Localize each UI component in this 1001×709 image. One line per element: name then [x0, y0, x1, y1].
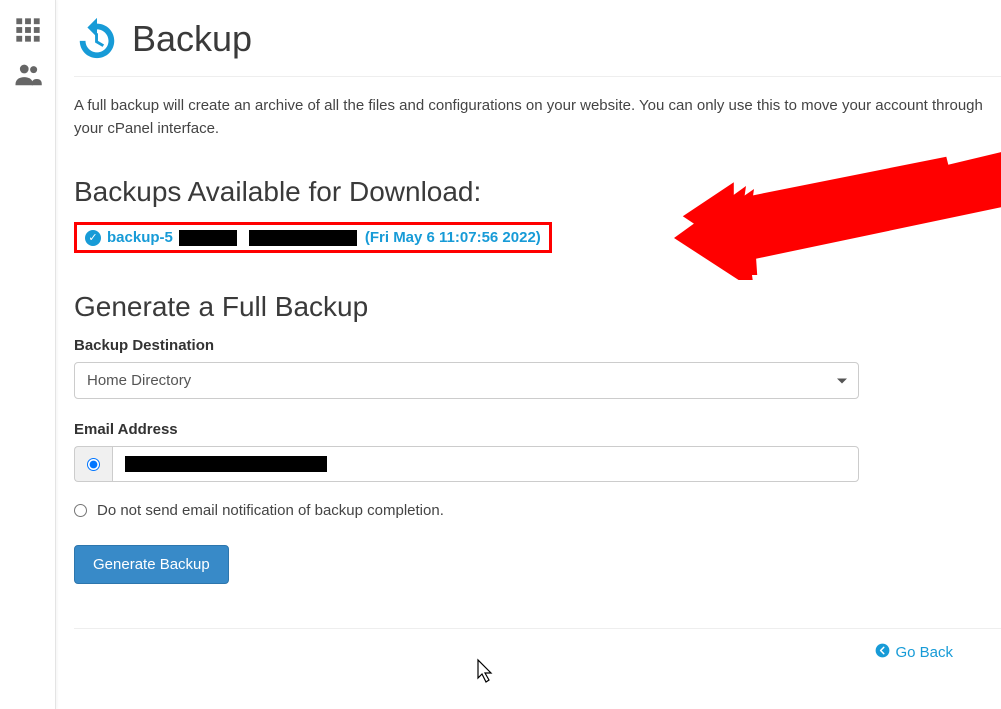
redacted-text: [179, 230, 237, 246]
email-send-radio[interactable]: [87, 458, 100, 471]
generate-backup-button[interactable]: Generate Backup: [74, 545, 229, 584]
page-header: Backup: [74, 16, 1001, 77]
go-back-label: Go Back: [895, 644, 953, 661]
redacted-text: [125, 456, 327, 472]
annotation-arrow-icon: [676, 155, 1001, 275]
backup-date: (Fri May 6 11:07:56 2022): [365, 229, 541, 246]
intro-text: A full backup will create an archive of …: [74, 95, 1001, 140]
users-icon[interactable]: [12, 58, 44, 90]
backup-name-prefix: backup-5: [107, 229, 173, 246]
available-heading: Backups Available for Download:: [74, 176, 1001, 208]
back-arrow-icon: [875, 643, 890, 662]
footer-nav: Go Back: [74, 629, 1001, 662]
annotation-arrow-icon: [670, 150, 1001, 280]
email-label: Email Address: [74, 421, 859, 438]
go-back-link[interactable]: Go Back: [875, 643, 953, 662]
redacted-text: [249, 230, 357, 246]
no-email-radio[interactable]: [74, 504, 87, 517]
checkmark-icon: ✓: [85, 230, 101, 246]
main-content: Backup A full backup will create an arch…: [56, 0, 1001, 709]
no-email-label: Do not send email notification of backup…: [97, 502, 444, 519]
email-input[interactable]: [112, 446, 859, 482]
no-email-row: Do not send email notification of backup…: [74, 502, 859, 519]
email-row: [74, 446, 859, 482]
backup-available-item: ✓ backup-5 (Fri May 6 11:07:56 2022): [74, 222, 552, 253]
backup-download-link[interactable]: backup-5 (Fri May 6 11:07:56 2022): [107, 229, 541, 246]
sidebar: [0, 0, 56, 709]
destination-select-wrap: Home Directory: [74, 362, 859, 399]
page-title: Backup: [132, 18, 252, 60]
generate-form: Backup Destination Home Directory Email …: [74, 337, 859, 584]
generate-heading: Generate a Full Backup: [74, 291, 1001, 323]
apps-grid-icon[interactable]: [12, 14, 44, 46]
destination-select[interactable]: Home Directory: [74, 362, 859, 399]
backup-clock-icon: [74, 16, 120, 62]
email-radio-prefix: [74, 446, 112, 482]
destination-label: Backup Destination: [74, 337, 859, 354]
